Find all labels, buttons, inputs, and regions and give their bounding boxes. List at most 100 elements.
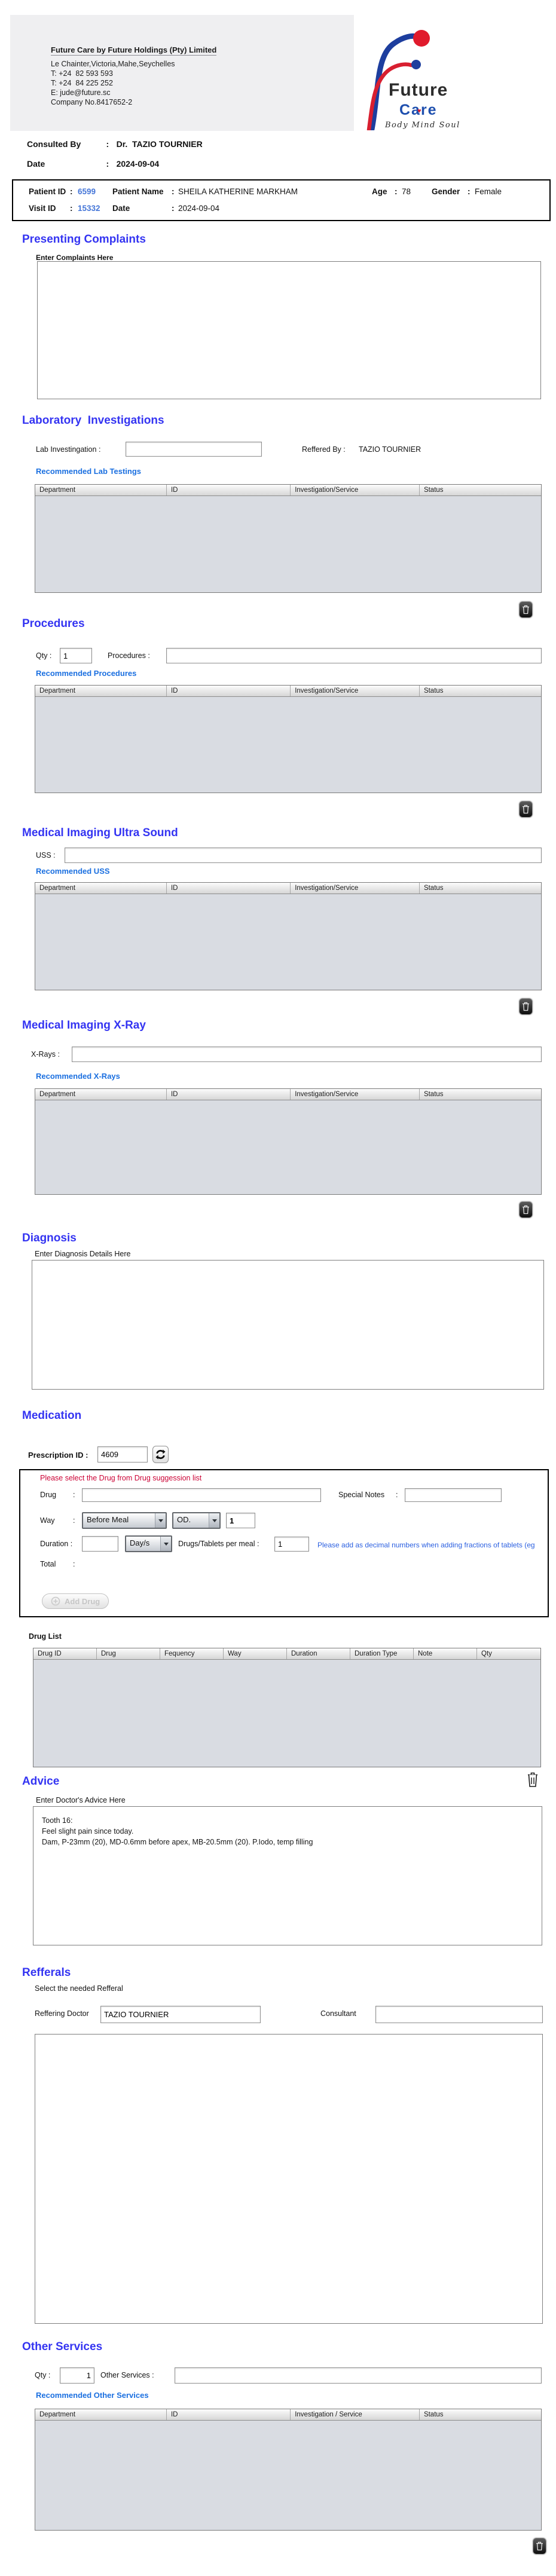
duration-unit-select[interactable]: Day/s: [125, 1535, 172, 1552]
drug-input[interactable]: [82, 1488, 321, 1502]
procedures-trash-button[interactable]: [519, 801, 533, 818]
frequency-select[interactable]: OD.: [172, 1512, 221, 1529]
gender-label: Gender: [432, 187, 460, 196]
xray-recommended-link[interactable]: Recommended X-Rays: [36, 1072, 120, 1081]
way-qty-input[interactable]: [226, 1513, 255, 1528]
dropdown-arrow-icon: [155, 1513, 166, 1528]
colon: :: [73, 1560, 75, 1568]
add-icon: [51, 1596, 60, 1606]
way-label: Way: [40, 1516, 55, 1525]
way-select[interactable]: Before Meal: [82, 1512, 167, 1529]
lab-table-header: Department ID Investigation/Service Stat…: [35, 485, 541, 496]
xray-input[interactable]: [72, 1047, 542, 1062]
drug-label: Drug: [40, 1491, 57, 1499]
uss-table-body[interactable]: [35, 894, 541, 990]
section-title-medication: Medication: [22, 1409, 82, 1422]
colon: :: [106, 159, 109, 169]
procedures-recommended-link[interactable]: Recommended Procedures: [36, 669, 136, 678]
lab-recommended-link[interactable]: Recommended Lab Testings: [36, 467, 141, 476]
lab-investigation-input[interactable]: [126, 442, 262, 457]
date-label: Date: [27, 159, 45, 169]
col-note: Note: [414, 1648, 477, 1659]
lab-trash-button[interactable]: [519, 601, 533, 618]
consulted-by-value: Dr. TAZIO TOURNIER: [116, 139, 203, 149]
procedures-input[interactable]: [166, 648, 542, 663]
company-logo: Future Care ♥ Body Mind Soul: [358, 17, 486, 131]
complaints-textarea[interactable]: [37, 261, 541, 399]
col-status: Status: [423, 885, 444, 892]
colon: :: [70, 204, 73, 213]
date-row: Date : 2024-09-04: [27, 159, 159, 170]
heart-icon: ♥: [417, 108, 421, 115]
advice-textarea[interactable]: Tooth 16: Feel slight pain since today. …: [33, 1806, 542, 1945]
per-meal-input[interactable]: [274, 1537, 309, 1552]
special-notes-label: Special Notes: [338, 1491, 385, 1499]
other-qty-input[interactable]: [60, 2367, 94, 2384]
other-services-table-body[interactable]: [35, 2421, 541, 2530]
col-service: Investigation/Service: [291, 686, 420, 696]
per-meal-label: Drugs/Tablets per meal :: [178, 1540, 259, 1548]
col-department: Department: [35, 1089, 167, 1100]
procedures-qty-label: Qty :: [36, 651, 52, 660]
uss-trash-button[interactable]: [519, 998, 533, 1015]
lab-table-body[interactable]: [35, 496, 541, 592]
drug-list-body[interactable]: [33, 1660, 540, 1767]
drug-list-header: Drug ID Drug Fequency Way Duration Durat…: [33, 1648, 540, 1660]
col-id: ID: [167, 485, 291, 495]
other-qty-label: Qty :: [35, 2371, 51, 2379]
advice-trash-button[interactable]: [525, 1770, 540, 1788]
visit-id-value: 15332: [78, 204, 100, 213]
procedures-input-label: Procedures :: [108, 651, 150, 660]
col-department: Department: [35, 2409, 167, 2420]
advice-line: Dam, P-23mm (20), MD-0.6mm before apex, …: [42, 1838, 313, 1846]
procedures-table-body[interactable]: [35, 697, 541, 793]
consultant-input[interactable]: [375, 2006, 543, 2023]
col-drug-id: Drug ID: [33, 1648, 97, 1659]
reffering-doctor-input[interactable]: [100, 2006, 261, 2023]
other-services-trash-button[interactable]: [533, 2538, 546, 2554]
other-recommended-link[interactable]: Recommended Other Services: [36, 2391, 149, 2400]
patient-name-value: SHEILA KATHERINE MARKHAM: [178, 187, 298, 196]
age-value: 78: [402, 187, 411, 196]
section-title-xray: Medical Imaging X-Ray: [22, 1019, 146, 1032]
col-id: ID: [167, 1089, 291, 1100]
trash-icon: [528, 1772, 537, 1787]
total-label: Total: [40, 1560, 56, 1568]
refferal-list-box[interactable]: [35, 2034, 543, 2324]
special-notes-input[interactable]: [405, 1488, 502, 1502]
company-email: E: jude@future.sc: [51, 88, 111, 97]
col-status: Status: [423, 487, 444, 494]
duration-input[interactable]: [82, 1536, 118, 1552]
lab-reffered-label: Reffered By :: [302, 445, 346, 454]
uss-input[interactable]: [65, 848, 542, 863]
age-label: Age: [372, 187, 387, 196]
xray-table: Department ID Investigation/Service Stat…: [35, 1088, 542, 1195]
colon: :: [172, 187, 175, 196]
col-department: Department: [35, 686, 167, 696]
other-services-input[interactable]: [175, 2367, 542, 2384]
section-title-procedures: Procedures: [22, 617, 85, 630]
section-title-lab: Laboratory Investigations: [22, 414, 164, 427]
colon: :: [73, 1516, 75, 1525]
diagnosis-textarea[interactable]: [32, 1260, 544, 1390]
xray-table-body[interactable]: [35, 1100, 541, 1194]
consulted-by-row: Consulted By : Dr. TAZIO TOURNIER: [27, 139, 203, 150]
trash-icon: [523, 1002, 529, 1011]
col-drug: Drug: [97, 1648, 160, 1659]
procedures-qty-input[interactable]: [60, 648, 92, 663]
colon: :: [106, 139, 109, 149]
add-drug-button[interactable]: Add Drug: [42, 1593, 109, 1609]
xray-trash-button[interactable]: [519, 1201, 533, 1218]
header-band: Future Care by Future Holdings (Pty) Lim…: [10, 15, 354, 131]
uss-recommended-link[interactable]: Recommended USS: [36, 867, 110, 876]
col-department: Department: [35, 485, 167, 495]
procedures-table: Department ID Investigation/Service Stat…: [35, 685, 542, 793]
prescription-id-input[interactable]: [97, 1446, 148, 1463]
col-qty: Qty: [481, 1650, 492, 1657]
col-status: Status: [423, 1091, 444, 1098]
dropdown-arrow-icon: [209, 1513, 219, 1528]
advice-hint: Enter Doctor's Advice Here: [36, 1796, 126, 1804]
section-title-complaints: Presenting Complaints: [22, 233, 146, 246]
company-number: Company No.8417652-2: [51, 98, 133, 106]
prescription-refresh-button[interactable]: [152, 1446, 169, 1463]
